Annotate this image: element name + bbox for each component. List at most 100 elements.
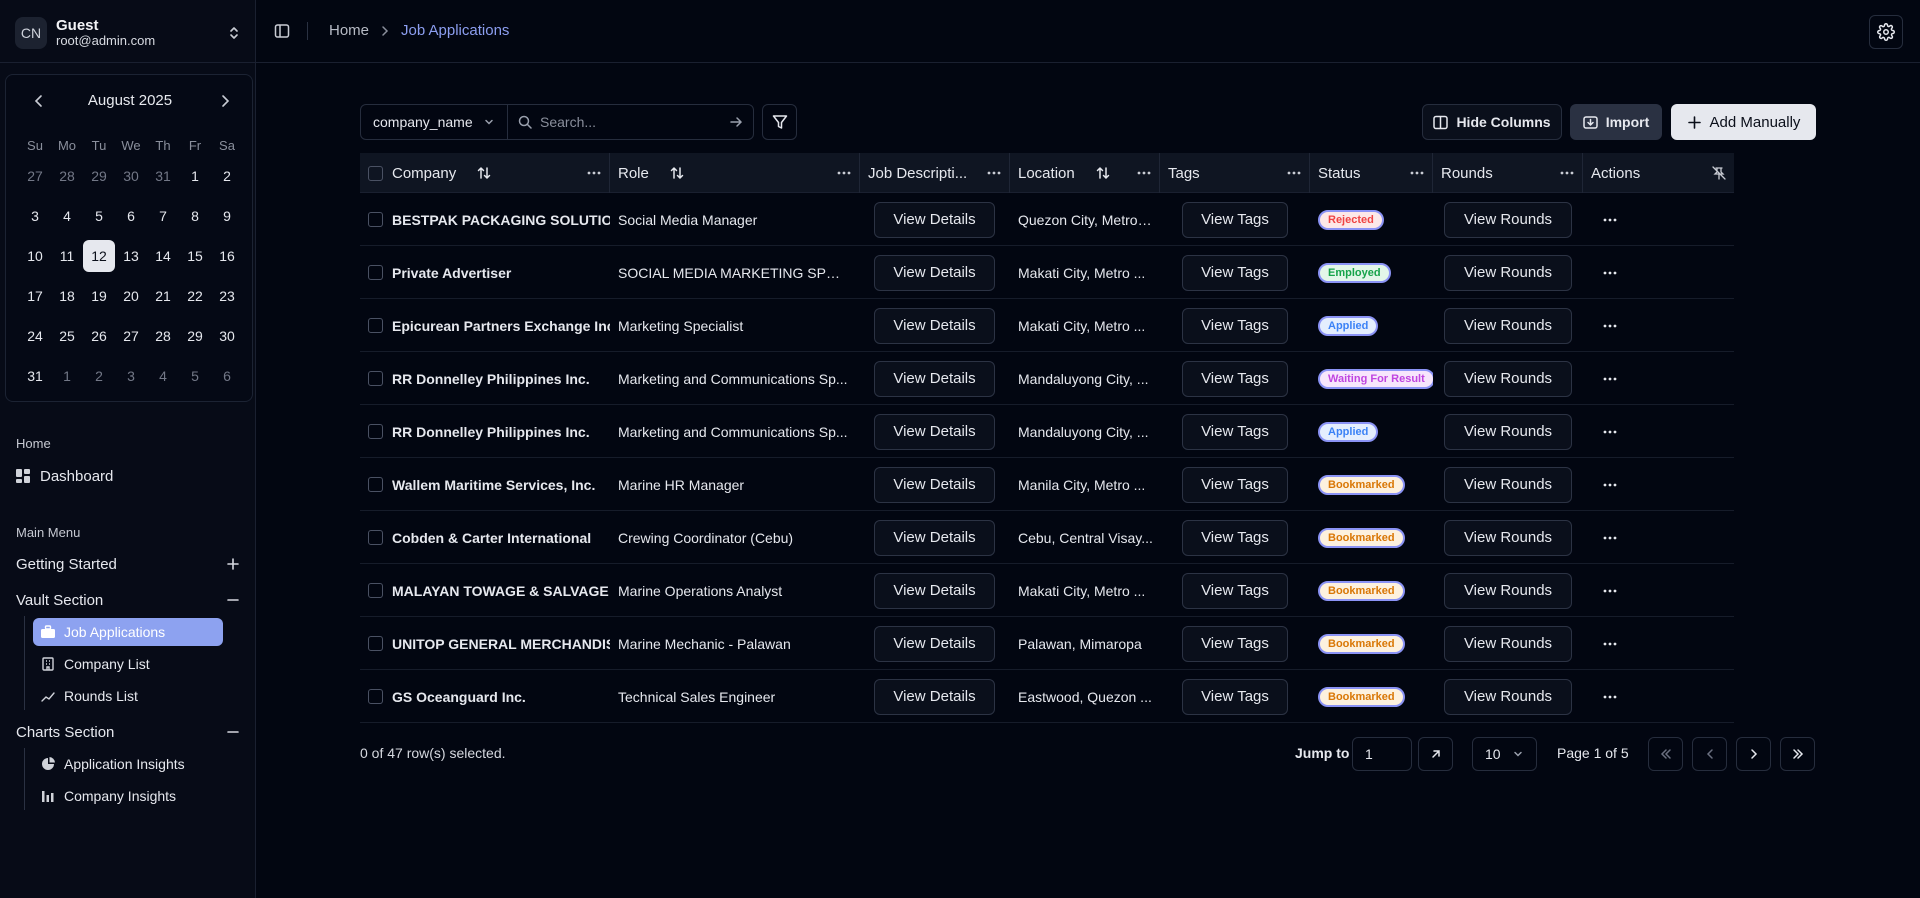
view-details-button[interactable]: View Details [874, 307, 995, 344]
sidebar-item-charts-section[interactable]: Charts Section [16, 719, 240, 745]
calendar-day[interactable]: 6 [211, 360, 243, 392]
filter-field-select[interactable]: company_name [360, 104, 508, 140]
calendar-day[interactable]: 9 [211, 200, 243, 232]
calendar-day[interactable]: 2 [211, 160, 243, 192]
filter-button[interactable] [762, 104, 797, 140]
column-header-tags[interactable]: Tags [1160, 153, 1310, 193]
calendar-day[interactable]: 24 [19, 320, 51, 352]
more-actions-icon[interactable] [1603, 426, 1617, 438]
calendar-day[interactable]: 4 [147, 360, 179, 392]
sidebar-toggle-icon[interactable] [274, 23, 290, 39]
row-checkbox[interactable] [368, 212, 383, 227]
first-page-button[interactable] [1648, 737, 1683, 771]
more-actions-icon[interactable] [1603, 214, 1617, 226]
calendar-day[interactable]: 28 [147, 320, 179, 352]
calendar-day[interactable]: 27 [115, 320, 147, 352]
import-button[interactable]: Import [1570, 104, 1662, 140]
calendar-day[interactable]: 11 [51, 240, 83, 272]
calendar-day[interactable]: 2 [83, 360, 115, 392]
calendar-day[interactable]: 3 [19, 200, 51, 232]
column-menu-icon[interactable] [1287, 167, 1301, 179]
sidebar-item-company-list[interactable]: Company List [33, 650, 223, 678]
view-details-button[interactable]: View Details [874, 254, 995, 291]
select-all-checkbox[interactable] [368, 165, 383, 181]
view-tags-button[interactable]: View Tags [1182, 201, 1288, 238]
column-header-rounds[interactable]: Rounds [1433, 153, 1583, 193]
jump-go-button[interactable] [1418, 737, 1453, 771]
search-input[interactable] [540, 114, 729, 130]
view-rounds-button[interactable]: View Rounds [1444, 254, 1572, 291]
view-rounds-button[interactable]: View Rounds [1444, 360, 1572, 397]
calendar-day[interactable]: 5 [83, 200, 115, 232]
sort-icon[interactable] [1095, 165, 1111, 181]
sort-icon[interactable] [476, 165, 492, 181]
view-rounds-button[interactable]: View Rounds [1444, 466, 1572, 503]
settings-button[interactable] [1869, 15, 1903, 49]
calendar-day[interactable]: 29 [83, 160, 115, 192]
calendar-day[interactable]: 1 [179, 160, 211, 192]
user-switcher[interactable]: CN Guest root@admin.com [15, 15, 240, 51]
prev-page-button[interactable] [1692, 737, 1727, 771]
view-details-button[interactable]: View Details [874, 519, 995, 556]
view-details-button[interactable]: View Details [874, 413, 995, 450]
sidebar-item-vault-section[interactable]: Vault Section [16, 587, 240, 613]
sidebar-item-dashboard[interactable]: Dashboard [16, 463, 240, 489]
column-menu-icon[interactable] [1560, 167, 1574, 179]
breadcrumb-home[interactable]: Home [329, 22, 369, 39]
row-checkbox[interactable] [368, 530, 383, 545]
calendar-day[interactable]: 23 [211, 280, 243, 312]
view-tags-button[interactable]: View Tags [1182, 625, 1288, 662]
last-page-button[interactable] [1780, 737, 1815, 771]
view-tags-button[interactable]: View Tags [1182, 678, 1288, 715]
view-tags-button[interactable]: View Tags [1182, 466, 1288, 503]
add-manually-button[interactable]: Add Manually [1671, 104, 1816, 140]
more-actions-icon[interactable] [1603, 532, 1617, 544]
view-rounds-button[interactable]: View Rounds [1444, 572, 1572, 609]
view-rounds-button[interactable]: View Rounds [1444, 413, 1572, 450]
calendar-day[interactable]: 27 [19, 160, 51, 192]
view-tags-button[interactable]: View Tags [1182, 307, 1288, 344]
column-header-job-description[interactable]: Job Descripti... [860, 153, 1010, 193]
view-details-button[interactable]: View Details [874, 625, 995, 662]
view-tags-button[interactable]: View Tags [1182, 360, 1288, 397]
column-menu-icon[interactable] [837, 167, 851, 179]
row-checkbox[interactable] [368, 477, 383, 492]
view-tags-button[interactable]: View Tags [1182, 254, 1288, 291]
view-details-button[interactable]: View Details [874, 360, 995, 397]
calendar-day[interactable]: 8 [179, 200, 211, 232]
calendar-day[interactable]: 15 [179, 240, 211, 272]
sidebar-item-company-insights[interactable]: Company Insights [33, 782, 223, 810]
sidebar-item-application-insights[interactable]: Application Insights [33, 750, 223, 778]
calendar-day[interactable]: 31 [147, 160, 179, 192]
calendar-day[interactable]: 3 [115, 360, 147, 392]
row-checkbox[interactable] [368, 636, 383, 651]
view-details-button[interactable]: View Details [874, 678, 995, 715]
column-header-role[interactable]: Role [610, 153, 860, 193]
page-size-select[interactable]: 10 [1472, 737, 1537, 771]
column-menu-icon[interactable] [1410, 167, 1424, 179]
row-checkbox[interactable] [368, 371, 383, 386]
calendar-day[interactable]: 31 [19, 360, 51, 392]
sidebar-item-getting-started[interactable]: Getting Started [16, 551, 240, 577]
calendar-day[interactable]: 4 [51, 200, 83, 232]
more-actions-icon[interactable] [1603, 585, 1617, 597]
calendar-next-icon[interactable] [217, 93, 233, 109]
sidebar-item-rounds-list[interactable]: Rounds List [33, 682, 223, 710]
calendar-day[interactable]: 17 [19, 280, 51, 312]
jump-to-input[interactable] [1352, 737, 1412, 771]
more-actions-icon[interactable] [1603, 373, 1617, 385]
more-actions-icon[interactable] [1603, 320, 1617, 332]
more-actions-icon[interactable] [1603, 691, 1617, 703]
view-tags-button[interactable]: View Tags [1182, 413, 1288, 450]
column-header-status[interactable]: Status [1310, 153, 1433, 193]
next-page-button[interactable] [1736, 737, 1771, 771]
column-menu-icon[interactable] [1137, 167, 1151, 179]
row-checkbox[interactable] [368, 318, 383, 333]
calendar-day[interactable]: 22 [179, 280, 211, 312]
view-rounds-button[interactable]: View Rounds [1444, 625, 1572, 662]
calendar-day[interactable]: 30 [211, 320, 243, 352]
calendar-day[interactable]: 14 [147, 240, 179, 272]
hide-columns-button[interactable]: Hide Columns [1422, 104, 1562, 140]
column-menu-icon[interactable] [587, 167, 601, 179]
calendar-day[interactable]: 13 [115, 240, 147, 272]
